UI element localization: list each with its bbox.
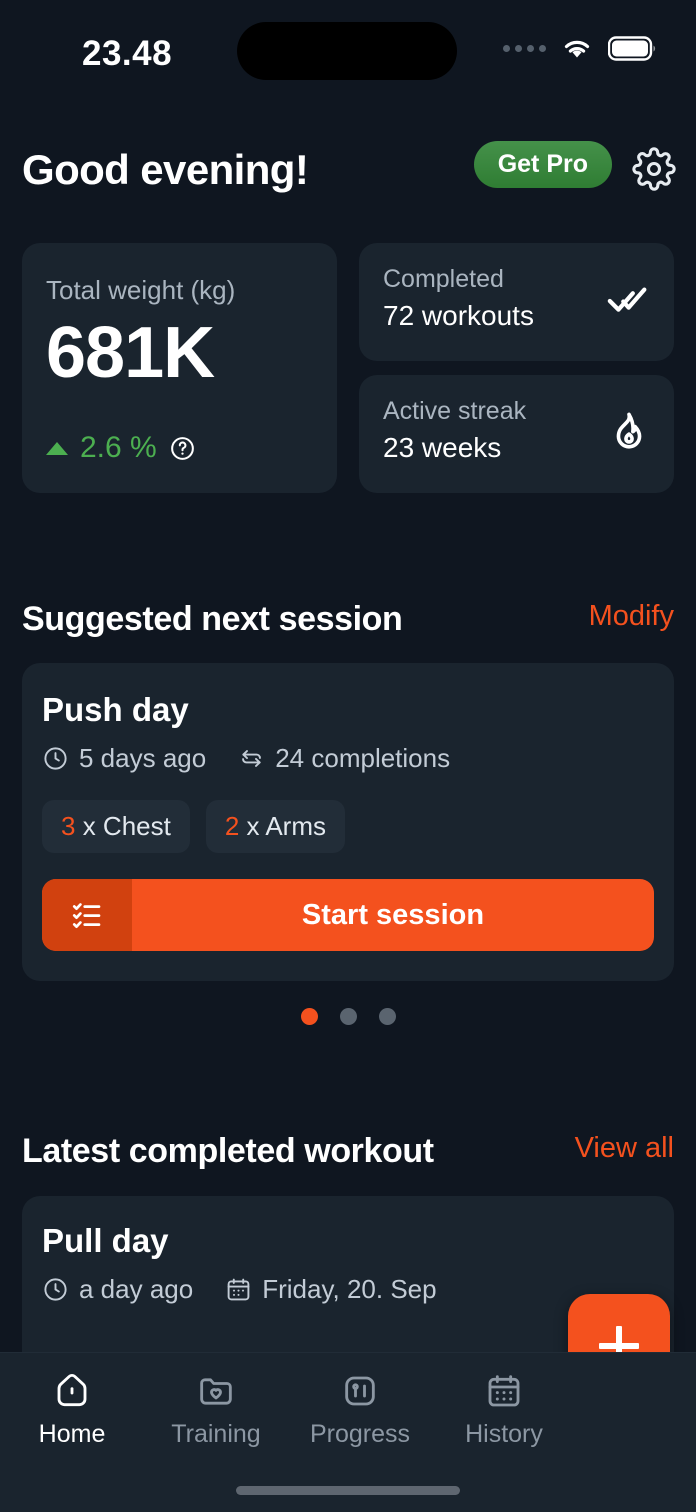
stats-section: Total weight (kg) 681K 2.6 % Completed 7… bbox=[22, 243, 674, 493]
active-streak-card[interactable]: Active streak 23 weeks bbox=[359, 375, 674, 493]
latest-when-text: a day ago bbox=[79, 1274, 194, 1304]
nav-label-history: History bbox=[465, 1420, 543, 1448]
latest-workout-meta: a day ago Friday, 20. Sep bbox=[42, 1274, 654, 1305]
pagination-dot-1[interactable] bbox=[300, 1008, 318, 1025]
home-indicator bbox=[236, 1486, 460, 1495]
folder-heart-icon bbox=[196, 1371, 236, 1411]
last-performed-text: 5 days ago bbox=[79, 743, 207, 773]
total-weight-label: Total weight (kg) bbox=[46, 275, 236, 305]
latest-section-title: Latest completed workout bbox=[22, 1132, 434, 1170]
page-title: Good evening! bbox=[22, 146, 309, 193]
start-session-label: Start session bbox=[301, 898, 485, 931]
suggested-section-header: Suggested next session Modify bbox=[0, 600, 696, 644]
total-weight-card[interactable]: Total weight (kg) 681K 2.6 % bbox=[22, 243, 337, 493]
suggested-workout-card[interactable]: Push day 5 days ago 24 completions 3 x C… bbox=[22, 663, 674, 981]
chip-arms[interactable]: 2 x Arms bbox=[205, 800, 345, 853]
status-time: 23.48 bbox=[82, 34, 173, 73]
home-icon bbox=[52, 1371, 92, 1411]
suggested-section-title: Suggested next session bbox=[22, 600, 403, 638]
chip-chest[interactable]: 3 x Chest bbox=[42, 800, 190, 853]
arrow-up-icon bbox=[46, 441, 68, 455]
latest-workout-title: Pull day bbox=[42, 1222, 169, 1259]
muscle-group-chips: 3 x Chest 2 x Arms bbox=[42, 800, 654, 853]
signal-dots-icon bbox=[503, 45, 546, 52]
nav-item-history[interactable]: History bbox=[432, 1371, 576, 1449]
calendar-icon bbox=[484, 1371, 524, 1411]
status-indicators bbox=[503, 36, 656, 61]
bar-chart-icon bbox=[340, 1371, 380, 1411]
nav-label-home: Home bbox=[38, 1420, 106, 1448]
gear-icon[interactable] bbox=[632, 147, 676, 191]
get-pro-button[interactable]: Get Pro bbox=[473, 141, 612, 188]
total-weight-value: 681K bbox=[46, 313, 215, 393]
latest-date-text: Friday, 20. Sep bbox=[262, 1274, 437, 1304]
nav-item-home[interactable]: Home bbox=[0, 1371, 144, 1449]
completions-meta: 24 completions bbox=[238, 743, 450, 774]
status-bar: 23.48 bbox=[0, 0, 696, 110]
question-circle-icon[interactable] bbox=[169, 435, 196, 462]
latest-date-meta: Friday, 20. Sep bbox=[225, 1274, 437, 1305]
total-weight-delta-value: 2.6 % bbox=[80, 431, 157, 464]
double-check-icon bbox=[606, 277, 652, 323]
nav-label-training: Training bbox=[171, 1420, 261, 1448]
app-screen: 23.48 Good evening! Get Pro Total weight… bbox=[0, 0, 696, 1512]
start-session-button[interactable]: Start session bbox=[42, 879, 654, 951]
latest-section-header: Latest completed workout View all bbox=[0, 1132, 696, 1176]
view-all-link[interactable]: View all bbox=[575, 1132, 674, 1165]
completions-text: 24 completions bbox=[275, 743, 451, 773]
pagination-dot-2[interactable] bbox=[339, 1008, 357, 1025]
last-performed-meta: 5 days ago bbox=[42, 743, 206, 774]
completed-card[interactable]: Completed 72 workouts bbox=[359, 243, 674, 361]
pagination-dot-3[interactable] bbox=[378, 1008, 396, 1025]
checklist-icon[interactable] bbox=[42, 879, 132, 951]
wifi-icon bbox=[561, 37, 593, 61]
suggested-workout-title: Push day bbox=[42, 691, 189, 728]
nav-label-progress: Progress bbox=[309, 1420, 411, 1448]
bottom-navigation: Home Training Progress History bbox=[0, 1352, 696, 1512]
suggested-workout-meta: 5 days ago 24 completions bbox=[42, 743, 654, 774]
nav-item-training[interactable]: Training bbox=[144, 1371, 288, 1449]
battery-icon bbox=[608, 36, 656, 61]
flame-icon bbox=[606, 409, 652, 455]
carousel-pagination bbox=[0, 1008, 696, 1025]
total-weight-delta: 2.6 % bbox=[46, 431, 196, 465]
dynamic-island bbox=[237, 22, 457, 80]
page-header: Good evening! Get Pro bbox=[0, 128, 696, 212]
modify-link[interactable]: Modify bbox=[589, 600, 674, 633]
nav-item-progress[interactable]: Progress bbox=[288, 1371, 432, 1449]
latest-when-meta: a day ago bbox=[42, 1274, 193, 1305]
